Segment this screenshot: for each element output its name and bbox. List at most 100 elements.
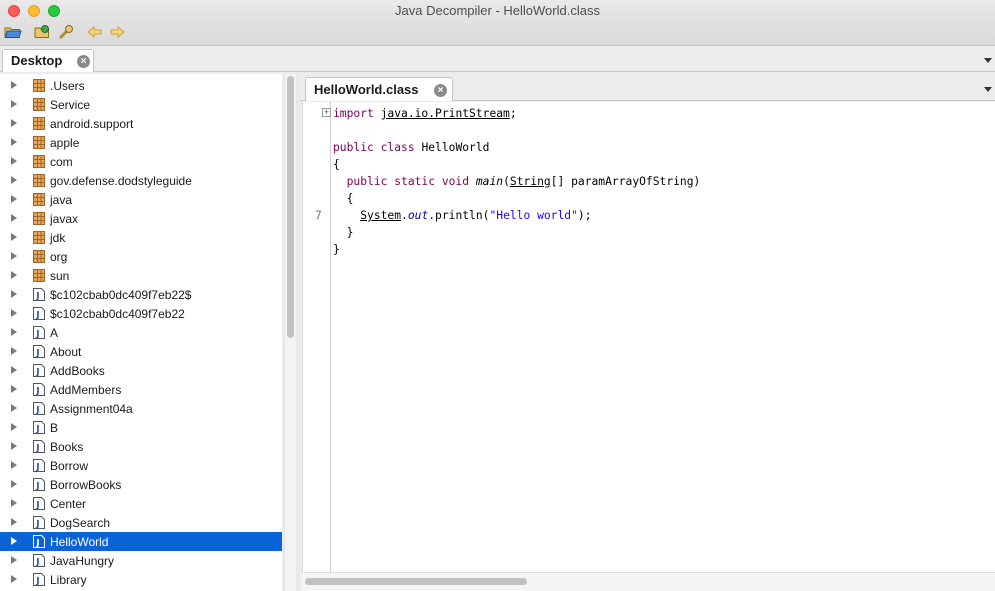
back-button[interactable] [85,23,105,40]
java-file-icon: J [33,288,45,301]
tree-item[interactable]: J BorrowBooks [0,475,282,494]
java-file-icon: J [33,554,45,567]
open-type-button[interactable] [32,23,52,40]
tree-item[interactable]: J $c102cbab0dc409f7eb22$ [0,285,282,304]
tree-item[interactable]: JA [0,323,282,342]
code-line-brace: } [346,226,354,239]
tree-item-label: About [50,345,82,359]
tree-vertical-scrollbar[interactable] [284,74,296,591]
tree-item[interactable]: java [0,190,282,209]
code-line-println: System.out.println("Hello world"); [360,209,592,222]
expand-imports-icon[interactable]: + [322,108,331,117]
editor-scroll-thumb[interactable] [305,578,527,585]
tree-item[interactable]: com [0,152,282,171]
tree-item-label: java [50,193,73,207]
open-file-button[interactable] [3,23,23,40]
tree-item[interactable]: J AddBooks [0,361,282,380]
expand-arrow-icon[interactable] [11,81,17,89]
expand-arrow-icon[interactable] [11,423,17,431]
expand-arrow-icon[interactable] [11,556,17,564]
file-tree: .Users Service android.support apple com gov.… [0,74,282,591]
expand-arrow-icon[interactable] [11,518,17,526]
tree-item[interactable]: J DogSearch [0,513,282,532]
expand-arrow-icon[interactable] [11,138,17,146]
tree-item[interactable]: J Library [0,570,282,589]
tree-item[interactable]: J Assignment04a [0,399,282,418]
tab-desktop[interactable]: Desktop × [2,49,94,72]
search-button[interactable] [56,23,76,40]
back-icon [87,25,102,38]
tree-item[interactable]: sun [0,266,282,285]
svg-text:J: J [35,349,39,359]
expand-arrow-icon[interactable] [11,537,17,545]
editor-tab-list-chevron-down-icon[interactable] [984,87,992,92]
tab-desktop-label: Desktop [11,53,63,68]
tree-item-label: $c102cbab0dc409f7eb22$ [50,288,192,302]
tree-item[interactable]: J HelloWorld [0,532,282,551]
expand-arrow-icon[interactable] [11,157,17,165]
tree-scroll-thumb[interactable] [287,76,294,338]
tree-item[interactable]: org [0,247,282,266]
expand-arrow-icon[interactable] [11,404,17,412]
tree-item-label: org [50,250,68,264]
tree-item[interactable]: android.support [0,114,282,133]
svg-text:J: J [35,387,39,397]
expand-arrow-icon[interactable] [11,100,17,108]
tree-item[interactable]: .Users [0,76,282,95]
expand-arrow-icon[interactable] [11,119,17,127]
tree-item-label: A [50,326,59,340]
package-icon [33,231,45,244]
tree-item[interactable]: gov.defense.dodstyleguide [0,171,282,190]
svg-text:J: J [35,406,39,416]
expand-arrow-icon[interactable] [11,366,17,374]
tree-item[interactable]: apple [0,133,282,152]
tree-item[interactable]: J Center [0,494,282,513]
tree-item[interactable]: J About [0,342,282,361]
expand-arrow-icon[interactable] [11,347,17,355]
package-icon [33,174,45,187]
tree-item-label: Books [50,440,84,454]
expand-arrow-icon[interactable] [11,385,17,393]
expand-arrow-icon[interactable] [11,499,17,507]
java-file-icon: J [33,402,45,415]
expand-arrow-icon[interactable] [11,195,17,203]
expand-arrow-icon[interactable] [11,480,17,488]
tree-item[interactable]: javax [0,209,282,228]
package-icon [33,155,45,168]
expand-arrow-icon[interactable] [11,575,17,583]
expand-arrow-icon[interactable] [11,176,17,184]
tree-item[interactable]: J Borrow [0,456,282,475]
package-icon [33,250,45,263]
tab-list-chevron-down-icon[interactable] [984,58,992,63]
expand-arrow-icon[interactable] [11,442,17,450]
tree-item-label: javax [50,212,79,226]
tree-item[interactable]: J JavaHungry [0,551,282,570]
svg-text:J: J [35,520,39,530]
editor-horizontal-scrollbar[interactable] [302,572,995,591]
pane-splitter[interactable] [296,74,300,591]
expand-arrow-icon[interactable] [11,328,17,336]
expand-arrow-icon[interactable] [11,290,17,298]
forward-button[interactable] [107,23,127,40]
close-tab-icon[interactable]: × [434,84,447,97]
java-file-icon: J [33,459,45,472]
expand-arrow-icon[interactable] [11,233,17,241]
tab-helloworld-class[interactable]: HelloWorld.class × [305,77,453,101]
expand-arrow-icon[interactable] [11,252,17,260]
tree-item-label: JavaHungry [50,554,115,568]
close-tab-icon[interactable]: × [77,55,90,68]
tree-item[interactable]: jdk [0,228,282,247]
tree-item[interactable]: J Books [0,437,282,456]
code-line-import: import java.io.PrintStream; [333,107,517,120]
tree-item-label: Service [50,98,91,112]
expand-arrow-icon[interactable] [11,461,17,469]
source-code-editor[interactable]: + 7 import java.io.PrintStream; public c… [302,102,995,572]
expand-arrow-icon[interactable] [11,309,17,317]
svg-text:J: J [35,577,39,587]
expand-arrow-icon[interactable] [11,271,17,279]
tree-item[interactable]: J AddMembers [0,380,282,399]
tree-item[interactable]: JB [0,418,282,437]
tree-item[interactable]: J $c102cbab0dc409f7eb22 [0,304,282,323]
expand-arrow-icon[interactable] [11,214,17,222]
tree-item[interactable]: Service [0,95,282,114]
